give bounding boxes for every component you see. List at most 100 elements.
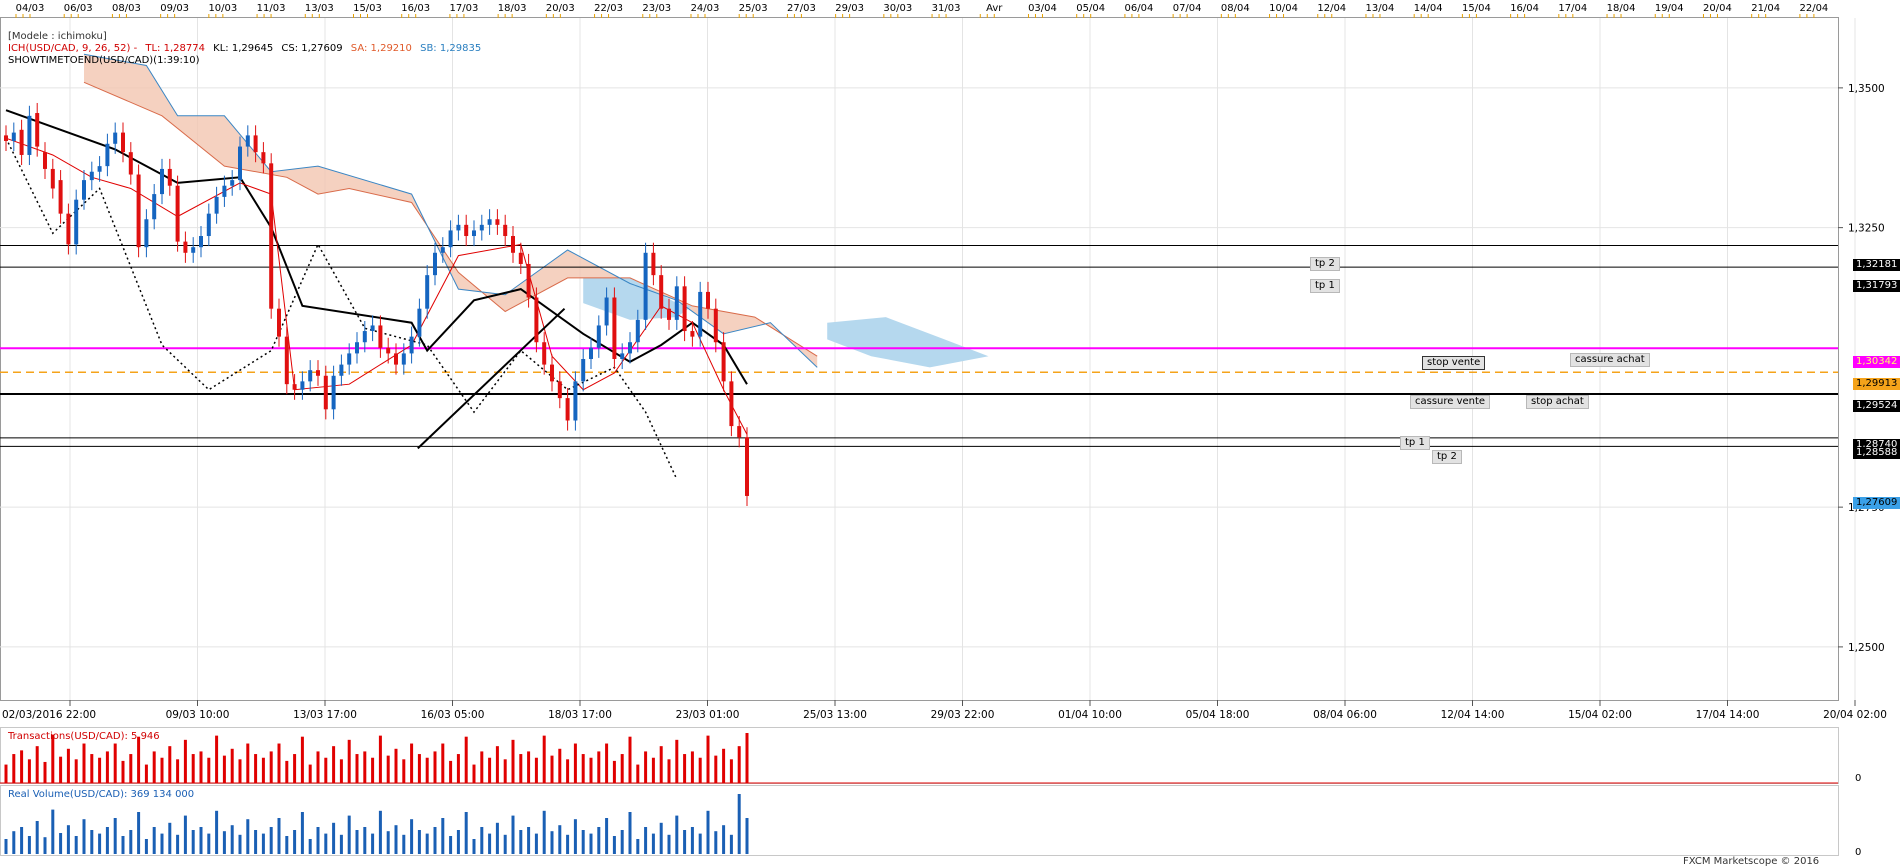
real-volume-bar (480, 827, 484, 854)
candle (82, 170, 86, 210)
candle (160, 158, 164, 205)
bottom-date-label: 02/03/2016 22:00 (2, 709, 96, 721)
candle-body (628, 342, 632, 354)
candle-body (745, 437, 749, 496)
transactions-bar (35, 746, 39, 783)
transactions-bar (605, 743, 609, 783)
candle (58, 170, 63, 224)
kl-value: KL: 1,29645 (213, 43, 274, 54)
chart-window: 04/03 06/03 08/03 09/03 10/03 11/03 13/03 15/03… (0, 0, 1903, 868)
real-volume-bar (456, 830, 460, 854)
transactions-bar (698, 757, 702, 783)
candle (11, 122, 16, 152)
transactions-bar (745, 733, 749, 783)
top-date-label: 13/03 (305, 3, 334, 14)
transactions-bar (636, 764, 640, 783)
real-volume-bar (745, 818, 749, 854)
transactions-bar (27, 759, 31, 783)
transactions-bar (66, 748, 70, 783)
real-volume-bar (394, 825, 398, 854)
real-volume-bar (222, 831, 226, 854)
real-volume-bar (558, 825, 562, 854)
top-date-label: 16/03 (401, 3, 430, 14)
candle (50, 158, 55, 199)
candle (136, 164, 141, 258)
tp2-bottom-label[interactable]: tp 2 (1432, 450, 1462, 464)
candle-body (74, 199, 79, 245)
candle (713, 298, 718, 353)
transactions-bar (176, 759, 180, 783)
real-volume-bar (628, 812, 632, 854)
top-date-label: 13/04 (1366, 3, 1395, 14)
real-volume-bar (675, 815, 679, 854)
tp2-top-label[interactable]: tp 2 (1310, 257, 1340, 271)
grid (0, 17, 1856, 856)
ich-legend: ICH(USD/CAD, 9, 26, 52) - TL: 1,28774 KL… (8, 43, 486, 55)
transactions-bar (441, 743, 445, 783)
cassure-achat-label[interactable]: cassure achat (1570, 353, 1650, 367)
top-date-label: 25/03 (739, 3, 768, 14)
transactions-bar (729, 759, 733, 783)
transactions-bar (644, 751, 648, 783)
candle-body (581, 359, 586, 382)
real-volume-bar (690, 827, 694, 854)
transactions-bar (4, 764, 8, 783)
transactions-bar (20, 750, 24, 783)
transactions-bar (651, 757, 655, 783)
real-volume-bar (82, 819, 86, 854)
transactions-bar (105, 751, 109, 783)
top-date-label: 06/03 (64, 3, 93, 14)
top-date-label: 22/03 (594, 3, 623, 14)
transactions-bar (488, 757, 492, 783)
candle (651, 242, 656, 286)
real-volume-bar (737, 794, 741, 854)
real-volume-bar (386, 831, 390, 854)
cassure-vente-label[interactable]: cassure vente (1410, 395, 1491, 409)
candle (472, 220, 476, 247)
bottom-date-label: 20/04 02:00 (1823, 709, 1887, 721)
candle-body (417, 308, 422, 337)
candle-body (43, 152, 47, 169)
real-volume-bar (402, 834, 406, 854)
real-volume-zero: 0 (1855, 847, 1862, 858)
candle-body (612, 297, 617, 359)
transactions-bar (121, 760, 125, 783)
transactions-bar (246, 743, 250, 783)
candle-body (167, 168, 172, 186)
transactions-bar (456, 754, 460, 783)
transactions-bar (254, 754, 258, 783)
candle-body (245, 135, 250, 147)
transactions-bar (293, 754, 297, 783)
level-tag-4: 1,29913 (1853, 378, 1901, 390)
candle-body (534, 297, 539, 343)
candle-body (721, 342, 726, 382)
candle-body (222, 185, 227, 197)
real-volume-bar (207, 833, 211, 854)
top-date-label: 08/04 (1221, 3, 1250, 14)
top-date-label: 17/03 (450, 3, 479, 14)
real-volume-bar (706, 810, 710, 854)
price-chart[interactable]: 04/03 06/03 08/03 09/03 10/03 11/03 13/03 15/03… (0, 0, 1903, 868)
real-volume-bar (714, 831, 718, 854)
real-volume-bar (137, 812, 141, 854)
stop-vente-label[interactable]: stop vente (1422, 356, 1486, 370)
stop-achat-label[interactable]: stop achat (1526, 395, 1589, 409)
transactions-bar (402, 759, 406, 783)
real-volume-bar (363, 827, 367, 854)
transactions-bar (222, 755, 226, 783)
candle (456, 214, 461, 241)
candle-body (456, 224, 461, 231)
top-date-label: Avr (986, 3, 1003, 14)
bottom-date-label: 17/04 14:00 (1696, 709, 1760, 721)
candle-body (35, 113, 40, 147)
candle (74, 189, 79, 255)
tp1-top-label[interactable]: tp 1 (1310, 279, 1340, 293)
tp1-bottom-label[interactable]: tp 1 (1400, 436, 1430, 450)
real-volume-bar (90, 830, 94, 854)
candle-body (175, 185, 180, 242)
candle-body (128, 152, 133, 175)
real-volume-bar (246, 819, 250, 854)
candle-body (472, 230, 476, 237)
candle-body (206, 213, 211, 237)
top-date-label: 18/04 (1607, 3, 1636, 14)
